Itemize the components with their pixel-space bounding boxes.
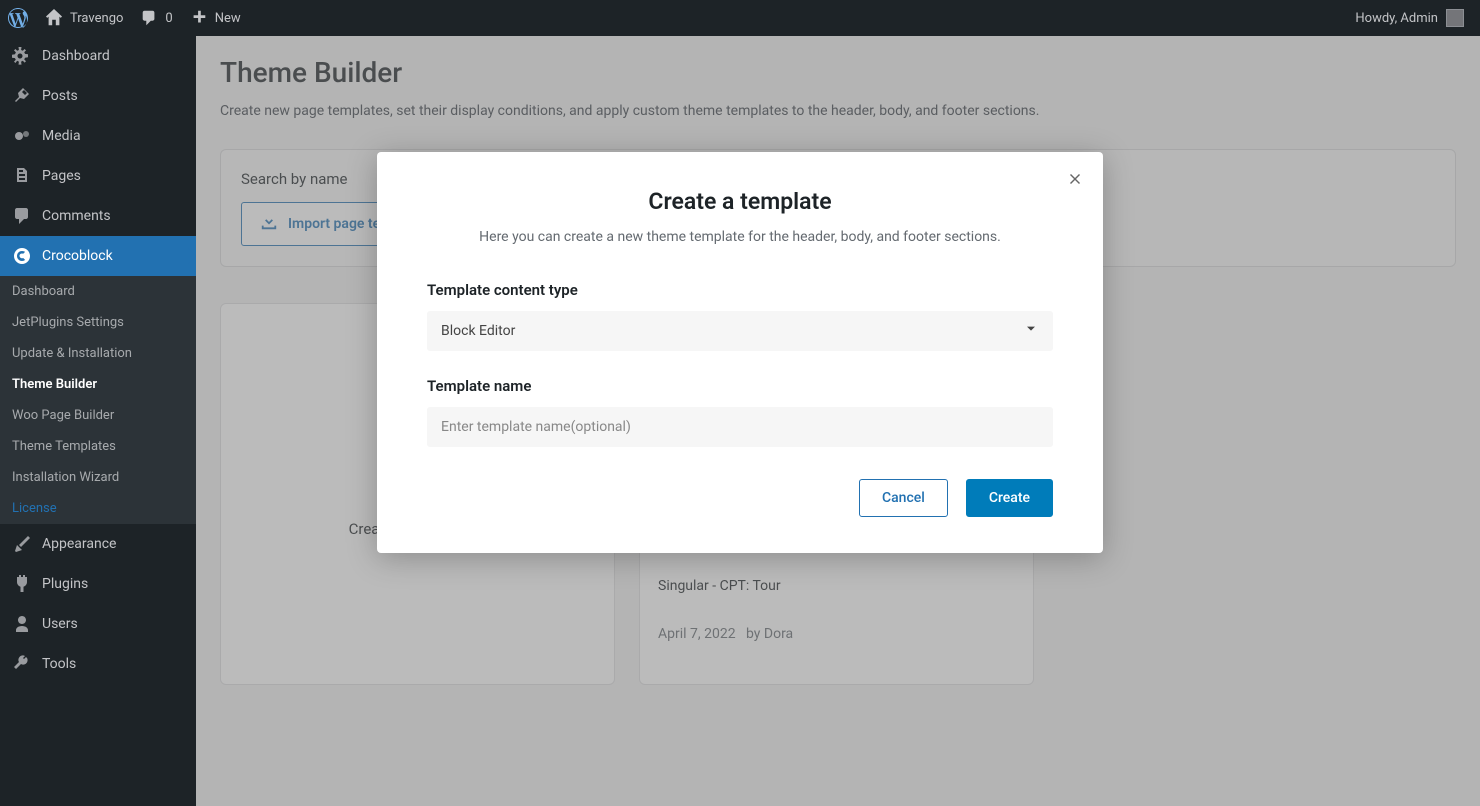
media-icon [12, 126, 32, 146]
croco-icon [12, 246, 32, 266]
submenu-update[interactable]: Update & Installation [0, 338, 196, 369]
site-name-link[interactable]: Travengo [36, 0, 131, 36]
comment-count: 0 [165, 11, 172, 26]
submenu-jetplugins[interactable]: JetPlugins Settings [0, 307, 196, 338]
submenu-theme-builder[interactable]: Theme Builder [0, 369, 196, 400]
sidebar-item-crocoblock[interactable]: Crocoblock [0, 236, 196, 276]
sidebar-item-label: Users [42, 616, 78, 632]
template-name-input[interactable] [427, 407, 1053, 447]
plugin-icon [12, 574, 32, 594]
greeting: Howdy, Admin [1355, 11, 1438, 26]
wordpress-icon [8, 8, 28, 28]
sidebar-item-label: Appearance [42, 536, 116, 552]
modal-title: Create a template [427, 188, 1053, 215]
sidebar-item-appearance[interactable]: Appearance [0, 524, 196, 564]
submenu-woo[interactable]: Woo Page Builder [0, 400, 196, 431]
user-icon [12, 614, 32, 634]
admin-bar-left: Travengo 0 New [0, 0, 249, 36]
sidebar-item-plugins[interactable]: Plugins [0, 564, 196, 604]
submenu: Dashboard JetPlugins Settings Update & I… [0, 276, 196, 524]
sidebar-item-users[interactable]: Users [0, 604, 196, 644]
create-template-modal: Create a template Here you can create a … [377, 152, 1103, 553]
new-link[interactable]: New [181, 0, 249, 36]
submenu-dashboard[interactable]: Dashboard [0, 276, 196, 307]
modal-description: Here you can create a new theme template… [427, 229, 1053, 245]
sidebar-item-label: Crocoblock [42, 248, 113, 264]
submenu-license[interactable]: License [0, 493, 196, 524]
comment-icon [139, 8, 159, 28]
create-button[interactable]: Create [966, 479, 1053, 517]
sidebar-item-posts[interactable]: Posts [0, 76, 196, 116]
sidebar-item-label: Plugins [42, 576, 88, 592]
sidebar-item-label: Pages [42, 168, 81, 184]
admin-bar-right[interactable]: Howdy, Admin [1355, 9, 1472, 27]
dashboard-icon [12, 46, 32, 66]
modal-close-button[interactable] [1065, 170, 1085, 194]
template-name-label: Template name [427, 377, 1053, 395]
home-icon [44, 8, 64, 28]
sidebar-item-label: Comments [42, 208, 111, 224]
close-icon [1065, 175, 1085, 194]
comments-link[interactable]: 0 [131, 0, 180, 36]
avatar [1446, 9, 1464, 27]
sidebar-item-media[interactable]: Media [0, 116, 196, 156]
sidebar-item-label: Posts [42, 88, 78, 104]
select-value: Block Editor [441, 323, 515, 339]
sidebar-item-label: Tools [42, 656, 76, 672]
submenu-wizard[interactable]: Installation Wizard [0, 462, 196, 493]
modal-actions: Cancel Create [427, 479, 1053, 517]
sidebar-item-tools[interactable]: Tools [0, 644, 196, 684]
pages-icon [12, 166, 32, 186]
plus-icon [189, 8, 209, 28]
admin-sidebar: Dashboard Posts Media Pages Comments Cro… [0, 36, 196, 806]
sidebar-item-pages[interactable]: Pages [0, 156, 196, 196]
wp-logo[interactable] [0, 0, 36, 36]
appearance-icon [12, 534, 32, 554]
content-type-label: Template content type [427, 281, 1053, 299]
new-label: New [215, 11, 241, 26]
admin-bar: Travengo 0 New Howdy, Admin [0, 0, 1480, 36]
comment-icon [12, 206, 32, 226]
chevron-down-icon [1023, 321, 1039, 341]
submenu-theme-templates[interactable]: Theme Templates [0, 431, 196, 462]
cancel-button[interactable]: Cancel [859, 479, 948, 517]
sidebar-item-label: Media [42, 128, 81, 144]
sidebar-item-dashboard[interactable]: Dashboard [0, 36, 196, 76]
site-name: Travengo [70, 11, 123, 26]
pin-icon [12, 86, 32, 106]
content-type-select[interactable]: Block Editor [427, 311, 1053, 351]
sidebar-item-label: Dashboard [42, 48, 110, 64]
tools-icon [12, 654, 32, 674]
sidebar-item-comments[interactable]: Comments [0, 196, 196, 236]
